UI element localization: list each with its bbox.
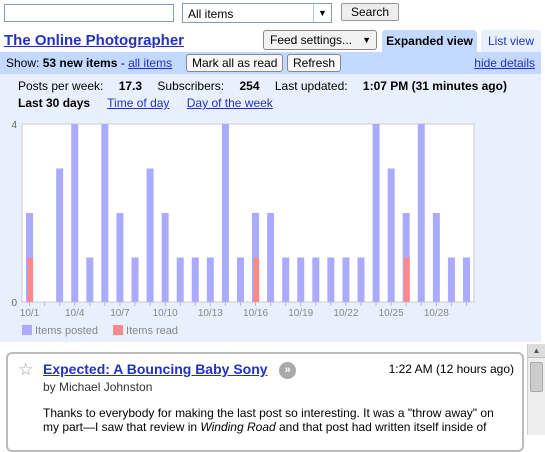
search-bar: All items ▼ Search: [0, 0, 545, 26]
bar-read: [253, 257, 260, 302]
bar-posted: [387, 168, 395, 302]
x-tick-label: 10/19: [288, 308, 313, 319]
subscribers-label: Subscribers:: [157, 79, 225, 93]
legend-label-posted: Items posted: [35, 325, 98, 337]
entry-body-line: Thanks to everybody for making the last …: [43, 406, 494, 420]
all-items-link[interactable]: all items: [128, 56, 172, 70]
bar-posted: [297, 257, 305, 302]
new-items-count[interactable]: 53 new items: [43, 56, 118, 70]
bar-posted: [131, 257, 139, 302]
scroll-up-icon[interactable]: ▲: [528, 344, 545, 358]
x-tick-label: 10/22: [333, 308, 358, 319]
period-time-of-day[interactable]: Time of day: [107, 96, 169, 110]
show-prefix: Show:: [6, 56, 40, 70]
bar-posted: [206, 257, 214, 302]
posts-per-week-label: Posts per week:: [18, 79, 104, 93]
feed-stats: Posts per week: 17.3 Subscribers: 254 La…: [18, 79, 519, 93]
bar-posted: [221, 124, 229, 302]
entry-body: Thanks to everybody for making the last …: [43, 406, 518, 434]
scroll-thumb[interactable]: [530, 362, 543, 392]
x-tick-label: 10/13: [198, 308, 223, 319]
feed-settings-label: Feed settings...: [270, 33, 353, 47]
legend-label-read: Items read: [126, 325, 179, 337]
entry-author: by Michael Johnston: [43, 380, 153, 394]
tab-list-view[interactable]: List view: [481, 30, 541, 52]
bar-posted: [191, 257, 199, 302]
last-updated-label: Last updated:: [274, 79, 348, 93]
y-tick-label: 4: [11, 120, 17, 131]
search-button[interactable]: Search: [341, 3, 399, 21]
bar-posted: [146, 168, 154, 302]
search-scope-value: All items: [188, 7, 234, 21]
entry-body-italic: Winding Road: [200, 420, 276, 434]
feed-details-panel: Posts per week: 17.3 Subscribers: 254 La…: [0, 74, 541, 342]
show-filter: Show: 53 new items - all items: [6, 56, 172, 70]
bar-posted: [161, 213, 169, 302]
entry-body-line: my part—I saw that review in Winding Roa…: [43, 420, 518, 434]
bar-posted: [342, 257, 350, 302]
chevron-down-icon: ▼: [362, 35, 371, 45]
entry-title[interactable]: Expected: A Bouncing Baby Sony: [43, 361, 268, 377]
legend-swatch-read: [113, 325, 124, 335]
entry-body-text: my part—I saw that review in: [43, 420, 201, 434]
period-last-30-days: Last 30 days: [18, 96, 91, 110]
bar-posted: [236, 257, 244, 302]
x-tick-label: 10/10: [153, 308, 178, 319]
bar-read: [403, 257, 410, 302]
bar-posted: [432, 213, 440, 302]
x-tick-label: 10/4: [65, 308, 85, 319]
share-arrow-icon[interactable]: »: [279, 362, 296, 379]
feed-title[interactable]: The Online Photographer: [4, 32, 184, 49]
bar-posted: [282, 257, 290, 302]
mark-all-read-button[interactable]: Mark all as read: [186, 54, 284, 72]
bar-posted: [101, 124, 109, 302]
show-separator: -: [117, 56, 129, 70]
bar-posted: [327, 257, 335, 302]
x-tick-label: 10/1: [20, 308, 40, 319]
feed-toolbar: Show: 53 new items - all items Mark all …: [0, 52, 541, 74]
bar-posted: [462, 257, 470, 302]
star-icon[interactable]: ☆: [18, 360, 33, 380]
posts-per-week-value: 17.3: [118, 79, 143, 93]
last-updated-value: 1:07 PM (31 minutes ago): [362, 79, 507, 93]
bar-posted: [71, 124, 79, 302]
period-selector: Last 30 days Time of day Day of the week: [18, 96, 287, 110]
bar-posted: [372, 124, 380, 302]
bar-posted: [56, 168, 64, 302]
bar-posted: [417, 124, 425, 302]
bar-posted: [312, 257, 320, 302]
scrollbar[interactable]: ▲: [527, 344, 545, 435]
chart-legend: Items posted Items read: [22, 325, 190, 337]
y-tick-label: 0: [11, 298, 17, 309]
subscribers-value: 254: [239, 79, 260, 93]
entry-body-text: and that post had written itself inside …: [275, 420, 487, 434]
search-input[interactable]: [4, 4, 174, 22]
tab-expanded-view[interactable]: Expanded view: [382, 30, 477, 52]
x-tick-label: 10/7: [110, 308, 130, 319]
period-day-of-week[interactable]: Day of the week: [187, 96, 273, 110]
bar-posted: [447, 257, 455, 302]
feed-settings-button[interactable]: Feed settings... ▼: [263, 30, 377, 50]
feed-entry[interactable]: ☆ Expected: A Bouncing Baby Sony » 1:22 …: [6, 352, 524, 452]
refresh-button[interactable]: Refresh: [287, 54, 342, 72]
legend-swatch-posted: [22, 325, 32, 335]
x-tick-label: 10/16: [243, 308, 268, 319]
x-tick-label: 10/25: [379, 308, 404, 319]
bar-read: [27, 257, 34, 302]
x-tick-label: 10/28: [424, 308, 449, 319]
bar-posted: [176, 257, 184, 302]
bar-posted: [267, 213, 275, 302]
chevron-down-icon[interactable]: ▼: [313, 4, 331, 22]
entry-time: 1:22 AM (12 hours ago): [388, 362, 514, 376]
posts-chart: 0 4 10/1 10/4 10/7 10/10 10/13 10/16 10/19 10/22 1…: [11, 120, 475, 319]
hide-details-link[interactable]: hide details: [474, 56, 535, 70]
bar-posted: [86, 257, 94, 302]
bar-posted: [116, 213, 124, 302]
bar-posted: [357, 257, 365, 302]
search-scope-select[interactable]: All items ▼: [182, 3, 332, 23]
